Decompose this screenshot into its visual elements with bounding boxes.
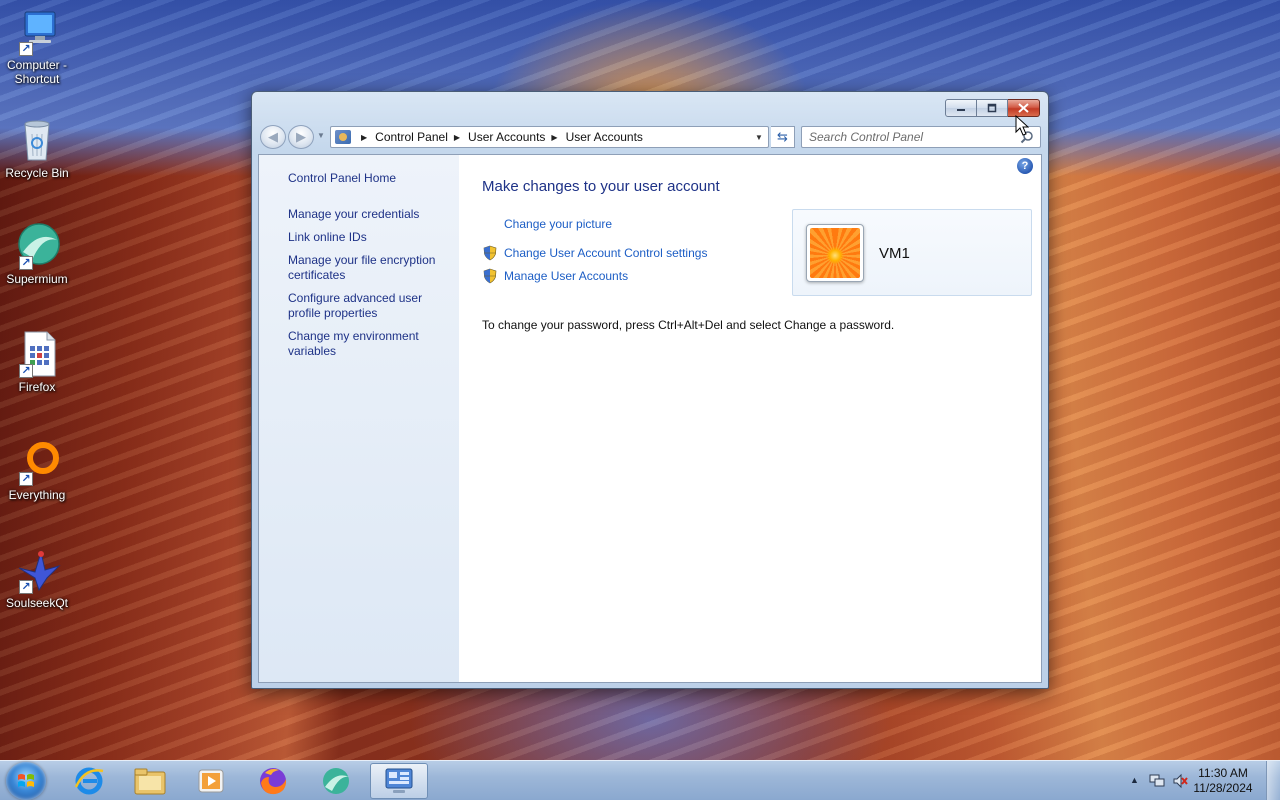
- taskbar-internet-explorer[interactable]: [60, 763, 118, 799]
- media-player-icon: [198, 769, 224, 793]
- desktop-icon-label: Computer - Shortcut: [6, 58, 68, 86]
- file-explorer-icon: [134, 768, 166, 795]
- shortcut-arrow-icon: ↗: [19, 42, 33, 56]
- desktop-icon-computer[interactable]: ↗ Computer - Shortcut: [0, 8, 74, 86]
- breadcrumb-user-accounts[interactable]: User Accounts: [468, 130, 545, 144]
- chevron-right-icon[interactable]: ▶: [551, 133, 557, 142]
- taskbar-supermium[interactable]: [307, 763, 365, 799]
- taskbar-clock[interactable]: 11:30 AM 11/28/2024: [1188, 766, 1258, 796]
- taskbar-media-player[interactable]: [182, 763, 240, 799]
- shortcut-arrow-icon: ↗: [19, 472, 33, 486]
- everything-icon: ↗: [13, 438, 61, 486]
- control-panel-icon: [335, 130, 351, 144]
- minimize-button[interactable]: [945, 99, 977, 117]
- breadcrumb-control-panel[interactable]: Control Panel: [375, 130, 448, 144]
- shortcut-arrow-icon: ↗: [19, 256, 33, 270]
- show-desktop-button[interactable]: [1266, 761, 1280, 800]
- refresh-button[interactable]: ⇆: [771, 126, 795, 148]
- windows-logo-icon: [18, 774, 34, 787]
- search-input[interactable]: [809, 130, 1009, 144]
- address-bar[interactable]: ▶ Control Panel ▶ User Accounts ▶ User A…: [330, 126, 769, 148]
- window-content: Control Panel Home Manage your credentia…: [258, 154, 1042, 683]
- control-panel-home-link[interactable]: Control Panel Home: [288, 171, 448, 186]
- chevron-right-icon[interactable]: ▶: [454, 133, 460, 142]
- control-panel-icon: [385, 768, 413, 793]
- back-button[interactable]: ◀: [260, 125, 286, 149]
- desktop-icon-label: Supermium: [6, 272, 68, 286]
- recycle-bin-icon: [13, 116, 61, 164]
- shortcut-arrow-icon: ↗: [19, 364, 33, 378]
- desktop-icon-label: Firefox: [18, 380, 56, 394]
- user-name: VM1: [879, 245, 910, 262]
- maximize-button[interactable]: [977, 99, 1008, 117]
- supermium-icon: [323, 768, 349, 794]
- clock-time: 11:30 AM: [1198, 766, 1248, 780]
- desktop-icon-recycle-bin[interactable]: Recycle Bin: [0, 116, 74, 180]
- mouse-cursor-icon: [1015, 115, 1029, 136]
- desktop-icon-supermium[interactable]: ↗ Supermium: [0, 222, 74, 286]
- taskbar-file-explorer[interactable]: [121, 763, 179, 799]
- desktop-icon-firefox[interactable]: ↗ Firefox: [0, 330, 74, 394]
- firefox-icon: [260, 768, 287, 795]
- desktop-icon-label: SoulseekQt: [5, 596, 69, 610]
- system-tray: ▲ 11:30 AM 11/28/2024: [1120, 761, 1280, 800]
- file-encryption-link[interactable]: Manage your file encryption certificates: [288, 253, 448, 283]
- navigation-bar: ◀ ▶ ▼ ▶ Control Panel ▶ User Accounts ▶ …: [260, 125, 1041, 149]
- password-instructions: To change your password, press Ctrl+Alt+…: [482, 318, 895, 332]
- left-navigation-pane: Control Panel Home Manage your credentia…: [259, 155, 459, 682]
- soulseek-icon: ↗: [13, 546, 61, 594]
- page-title: Make changes to your user account: [482, 178, 720, 195]
- environment-variables-link[interactable]: Change my environment variables: [288, 329, 448, 359]
- firefox-doc-icon: ↗: [13, 330, 61, 378]
- show-hidden-icons-button[interactable]: ▲: [1130, 775, 1139, 785]
- advanced-profile-link[interactable]: Configure advanced user profile properti…: [288, 291, 448, 321]
- flower-picture-icon: [810, 228, 860, 278]
- desktop-icon-soulseek[interactable]: ↗ SoulseekQt: [0, 546, 74, 610]
- taskbar: ▲ 11:30 AM 11/28/2024: [0, 760, 1280, 800]
- manage-credentials-link[interactable]: Manage your credentials: [288, 207, 448, 222]
- taskbar-firefox[interactable]: [244, 763, 302, 799]
- recent-pages-dropdown[interactable]: ▼: [317, 131, 325, 140]
- chevron-right-icon[interactable]: ▶: [361, 133, 367, 142]
- forward-button[interactable]: ▶: [288, 125, 314, 149]
- address-dropdown-icon[interactable]: ▼: [750, 127, 768, 147]
- taskbar-control-panel[interactable]: [370, 763, 428, 799]
- forward-arrow-icon: ▶: [296, 129, 306, 144]
- computer-icon: ↗: [13, 8, 61, 56]
- supermium-icon: ↗: [13, 222, 61, 270]
- breadcrumb-user-accounts-current[interactable]: User Accounts: [566, 130, 643, 144]
- start-button[interactable]: [6, 762, 46, 800]
- volume-muted-icon[interactable]: [1172, 773, 1188, 789]
- search-box[interactable]: [801, 126, 1041, 148]
- uac-shield-icon: [483, 245, 497, 261]
- help-icon[interactable]: ?: [1017, 158, 1033, 174]
- refresh-icon: ⇆: [777, 129, 788, 144]
- clock-date: 11/28/2024: [1193, 781, 1253, 795]
- change-picture-link[interactable]: Change your picture: [504, 217, 612, 231]
- uac-settings-link[interactable]: Change User Account Control settings: [504, 246, 707, 260]
- shortcut-arrow-icon: ↗: [19, 580, 33, 594]
- user-avatar[interactable]: [806, 224, 864, 282]
- manage-user-accounts-link[interactable]: Manage User Accounts: [504, 269, 628, 283]
- control-panel-window: ◀ ▶ ▼ ▶ Control Panel ▶ User Accounts ▶ …: [251, 91, 1049, 689]
- uac-shield-icon: [483, 268, 497, 284]
- back-arrow-icon: ◀: [268, 129, 278, 144]
- link-online-ids-link[interactable]: Link online IDs: [288, 230, 448, 245]
- desktop-icon-everything[interactable]: ↗ Everything: [0, 438, 74, 502]
- user-account-tile: VM1: [792, 209, 1032, 296]
- desktop-icon-label: Everything: [8, 488, 66, 502]
- desktop-icon-label: Recycle Bin: [5, 166, 69, 180]
- internet-explorer-icon: [74, 767, 104, 795]
- network-icon[interactable]: [1149, 773, 1165, 789]
